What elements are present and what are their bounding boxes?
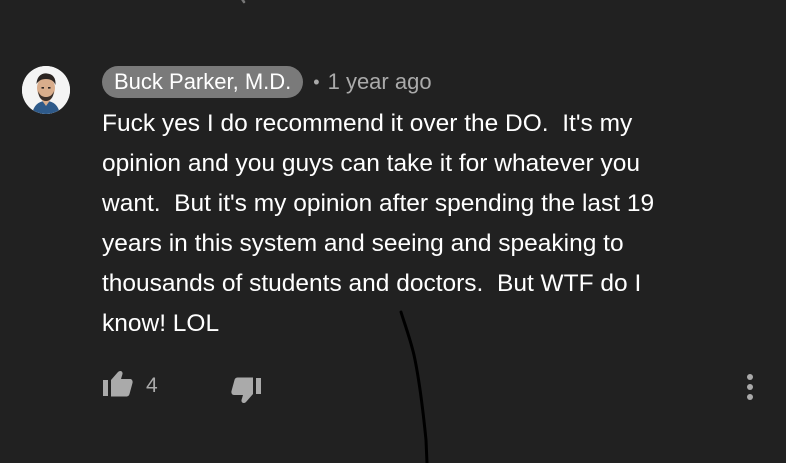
chevron-icon [241, 0, 246, 4]
thumbs-down-icon [231, 377, 261, 404]
comment-line: opinion and you guys can take it for wha… [102, 150, 640, 177]
comment-text: Fuck yes I do recommend it over the DO. … [102, 104, 752, 344]
dislike-button[interactable] [230, 374, 262, 406]
comment-page: Buck Parker, M.D. • 1 year ago Fuck yes … [0, 0, 786, 463]
comment-timestamp[interactable]: 1 year ago [328, 69, 432, 95]
avatar[interactable] [22, 66, 70, 114]
avatar-image [22, 66, 70, 114]
like-count: 4 [146, 374, 158, 397]
comment-line: know! LOL [102, 310, 220, 337]
more-options-button[interactable] [736, 372, 764, 404]
author-name-badge[interactable]: Buck Parker, M.D. [102, 66, 304, 98]
comment-line: thousands of students and doctors. But W… [102, 270, 642, 297]
comment-line: years in this system and seeing and spea… [102, 230, 624, 257]
thumbs-up-icon [103, 370, 133, 397]
like-button[interactable] [102, 368, 134, 400]
more-vertical-icon [747, 374, 753, 400]
comment-line: want. But it's my opinion after spending… [102, 190, 655, 217]
comment-header: Buck Parker, M.D. • 1 year ago [102, 66, 432, 98]
comment-line: Fuck yes I do recommend it over the DO. … [102, 110, 633, 137]
separator-dot: • [313, 71, 320, 92]
